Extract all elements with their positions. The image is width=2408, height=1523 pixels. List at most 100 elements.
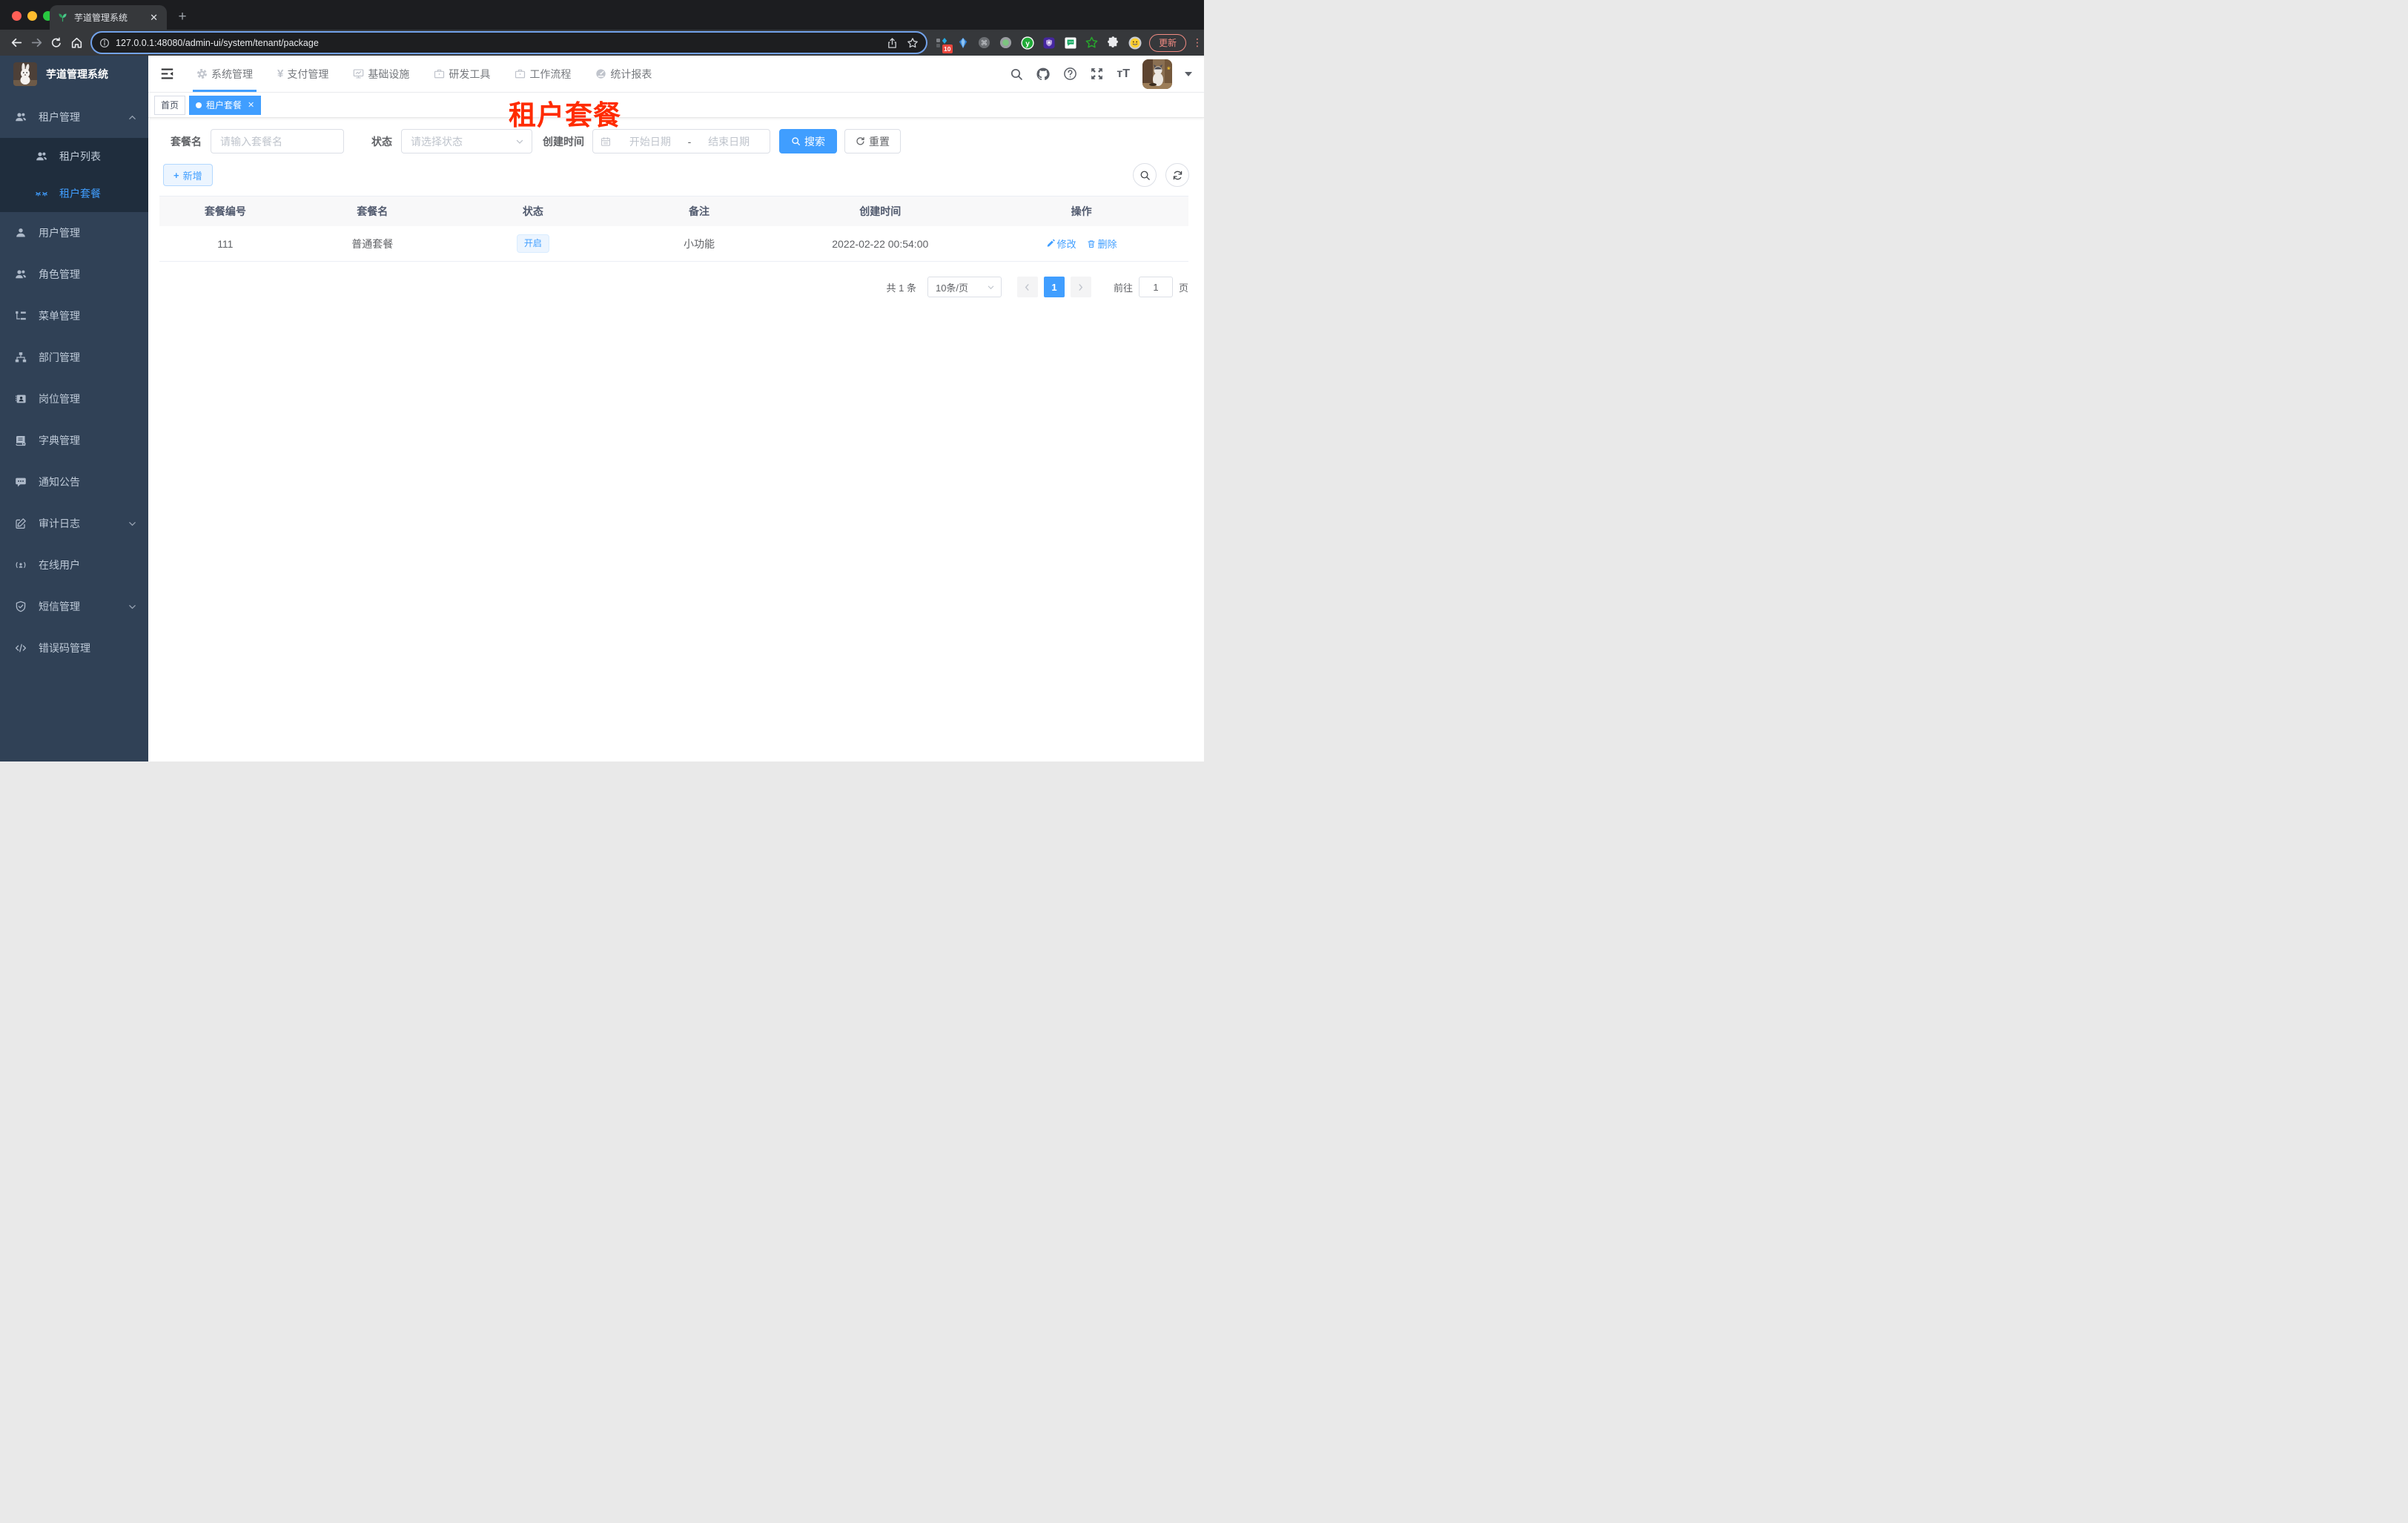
refresh-table-button[interactable] (1165, 163, 1189, 187)
tab-close-icon[interactable]: ✕ (148, 12, 159, 24)
cell-status: 开启 (454, 234, 612, 253)
table-header-row: 套餐编号 套餐名 状态 备注 创建时间 操作 (159, 196, 1188, 226)
sidebar-item-errorcode-management[interactable]: 错误码管理 (0, 627, 148, 669)
calendar-icon (601, 136, 611, 147)
sidebar-item-tenant-management[interactable]: 租户管理 (0, 96, 148, 138)
cell-id: 111 (217, 237, 234, 250)
ext-gem-icon[interactable] (956, 36, 970, 50)
back-button[interactable] (7, 34, 25, 52)
goto-page-input[interactable] (1138, 277, 1173, 297)
ext-star-icon[interactable] (1085, 36, 1099, 50)
ext-command-icon[interactable]: ⌘ (978, 36, 991, 50)
col-header-id: 套餐编号 (204, 205, 246, 217)
app-header: 系统管理 ¥ 支付管理 基础设施 研发工具 工作流程 统计报表 тT ❀ (148, 56, 1204, 93)
home-button[interactable] (67, 34, 85, 52)
tab-system-management[interactable]: 系统管理 (193, 56, 257, 92)
sidebar-item-online-users[interactable]: 在线用户 (0, 544, 148, 586)
date-end-placeholder[interactable]: 结束日期 (695, 134, 762, 149)
ext-chat-icon[interactable] (1064, 36, 1077, 50)
chevron-down-icon (128, 520, 136, 528)
tab-reports[interactable]: 统计报表 (592, 56, 655, 92)
sidebar-item-post-management[interactable]: 岗位管理 (0, 378, 148, 420)
tag-close-icon[interactable]: ✕ (248, 100, 254, 110)
tab-strip: 芋道管理系统 ✕ + (0, 0, 1204, 30)
tag-tenant-package[interactable]: 租户套餐 ✕ (189, 95, 262, 115)
url-text[interactable]: 127.0.0.1:48080/admin-ui/system/tenant/p… (116, 38, 881, 48)
sidebar-collapse-icon[interactable] (159, 66, 175, 82)
avatar-caret-icon[interactable] (1185, 71, 1192, 76)
browser-tab[interactable]: 芋道管理系统 ✕ (50, 5, 167, 30)
user-icon (15, 227, 27, 239)
tab-dev-tools[interactable]: 研发工具 (430, 56, 494, 92)
app-title: 芋道管理系统 (46, 68, 108, 80)
ext-shield-icon[interactable] (1042, 36, 1056, 50)
sidebar-item-user-management[interactable]: 用户管理 (0, 212, 148, 254)
browser-toolbar: 127.0.0.1:48080/admin-ui/system/tenant/p… (0, 30, 1204, 56)
help-icon[interactable] (1063, 67, 1077, 81)
cell-created: 2022-02-22 00:54:00 (832, 237, 929, 250)
sidebar-logo-row[interactable]: 芋道管理系统 (0, 56, 148, 93)
toggle-search-button[interactable] (1133, 163, 1157, 187)
sidebar-item-tenant-package[interactable]: 租户套餐 (0, 175, 148, 212)
sidebar-item-role-management[interactable]: 角色管理 (0, 254, 148, 295)
sidebar-item-notice[interactable]: 通知公告 (0, 461, 148, 503)
ext-emoji-icon[interactable] (1128, 36, 1142, 50)
delete-link[interactable]: 删除 (1087, 237, 1117, 251)
tag-active-dot (196, 102, 202, 108)
red-annotation-text: 租户套餐 (509, 100, 621, 131)
search-button[interactable]: 搜索 (779, 129, 837, 153)
browser-update-button[interactable]: 更新 (1148, 33, 1186, 52)
name-filter-input[interactable] (211, 129, 344, 153)
goto-label: 前往 (1113, 282, 1133, 294)
tab-infrastructure[interactable]: 基础设施 (349, 56, 413, 92)
reset-button[interactable]: 重置 (844, 129, 901, 153)
add-button[interactable]: + 新增 (163, 164, 213, 186)
sidebar-item-audit-log[interactable]: 审计日志 (0, 503, 148, 544)
main-area: 租户套餐 系统管理 ¥ 支付管理 基础设施 研发工具 工作流程 统计报表 тT … (148, 56, 1204, 762)
ext-green-dot-icon[interactable] (999, 36, 1013, 50)
fullscreen-icon[interactable] (1090, 67, 1104, 81)
new-tab-button[interactable]: + (173, 7, 192, 27)
tab-payment-management[interactable]: ¥ 支付管理 (274, 56, 332, 92)
date-start-placeholder[interactable]: 开始日期 (617, 134, 684, 149)
minimize-window-button[interactable] (27, 11, 37, 21)
ext-y-green-icon[interactable]: y (1021, 36, 1034, 50)
sidebar-item-menu-management[interactable]: 菜单管理 (0, 295, 148, 337)
col-header-remark: 备注 (688, 205, 710, 217)
next-page-button[interactable] (1070, 277, 1091, 297)
ext-puzzle-icon[interactable] (1107, 36, 1120, 50)
browser-menu-icon[interactable]: ⋮ (1192, 37, 1203, 47)
status-filter-label: 状态 (371, 135, 392, 148)
page-number-1[interactable]: 1 (1043, 277, 1065, 297)
users-icon (15, 111, 27, 123)
chevron-down-icon (987, 283, 995, 291)
reload-button[interactable] (47, 34, 65, 52)
sidebar-menu: 租户管理 租户列表 租户套餐 用户管理 角色管理 菜单管理 部门管理 岗位管理 … (0, 93, 148, 669)
close-window-button[interactable] (12, 11, 22, 21)
tag-home[interactable]: 首页 (154, 95, 186, 115)
page-size-select[interactable]: 10条/页 (927, 277, 1002, 297)
sidebar-item-dict-management[interactable]: 字典管理 (0, 420, 148, 461)
sidebar-item-dept-management[interactable]: 部门管理 (0, 337, 148, 378)
sidebar-item-tenant-list[interactable]: 租户列表 (0, 138, 148, 175)
name-filter-label: 套餐名 (171, 135, 202, 148)
ext-tasks-icon[interactable]: 10 (935, 36, 953, 53)
chevron-down-icon (128, 603, 136, 611)
edit-link[interactable]: 修改 (1046, 237, 1076, 251)
tab-workflow[interactable]: 工作流程 (511, 56, 575, 92)
header-right: тT ❀ (1010, 59, 1192, 89)
url-bar[interactable]: 127.0.0.1:48080/admin-ui/system/tenant/p… (92, 33, 926, 53)
github-icon[interactable] (1036, 67, 1051, 82)
search-icon[interactable] (1010, 67, 1023, 81)
sidebar-item-sms-management[interactable]: 短信管理 (0, 586, 148, 627)
share-icon[interactable] (887, 37, 898, 49)
forward-button[interactable] (27, 34, 45, 52)
prev-page-button[interactable] (1016, 277, 1038, 297)
bookmark-star-icon[interactable] (907, 37, 919, 49)
favicon-plant-icon (57, 12, 68, 23)
site-info-icon[interactable] (99, 38, 110, 48)
people-icon (15, 268, 27, 280)
col-header-name: 套餐名 (357, 205, 388, 217)
font-size-icon[interactable]: тT (1117, 67, 1130, 81)
avatar[interactable]: ❀ (1142, 59, 1172, 89)
